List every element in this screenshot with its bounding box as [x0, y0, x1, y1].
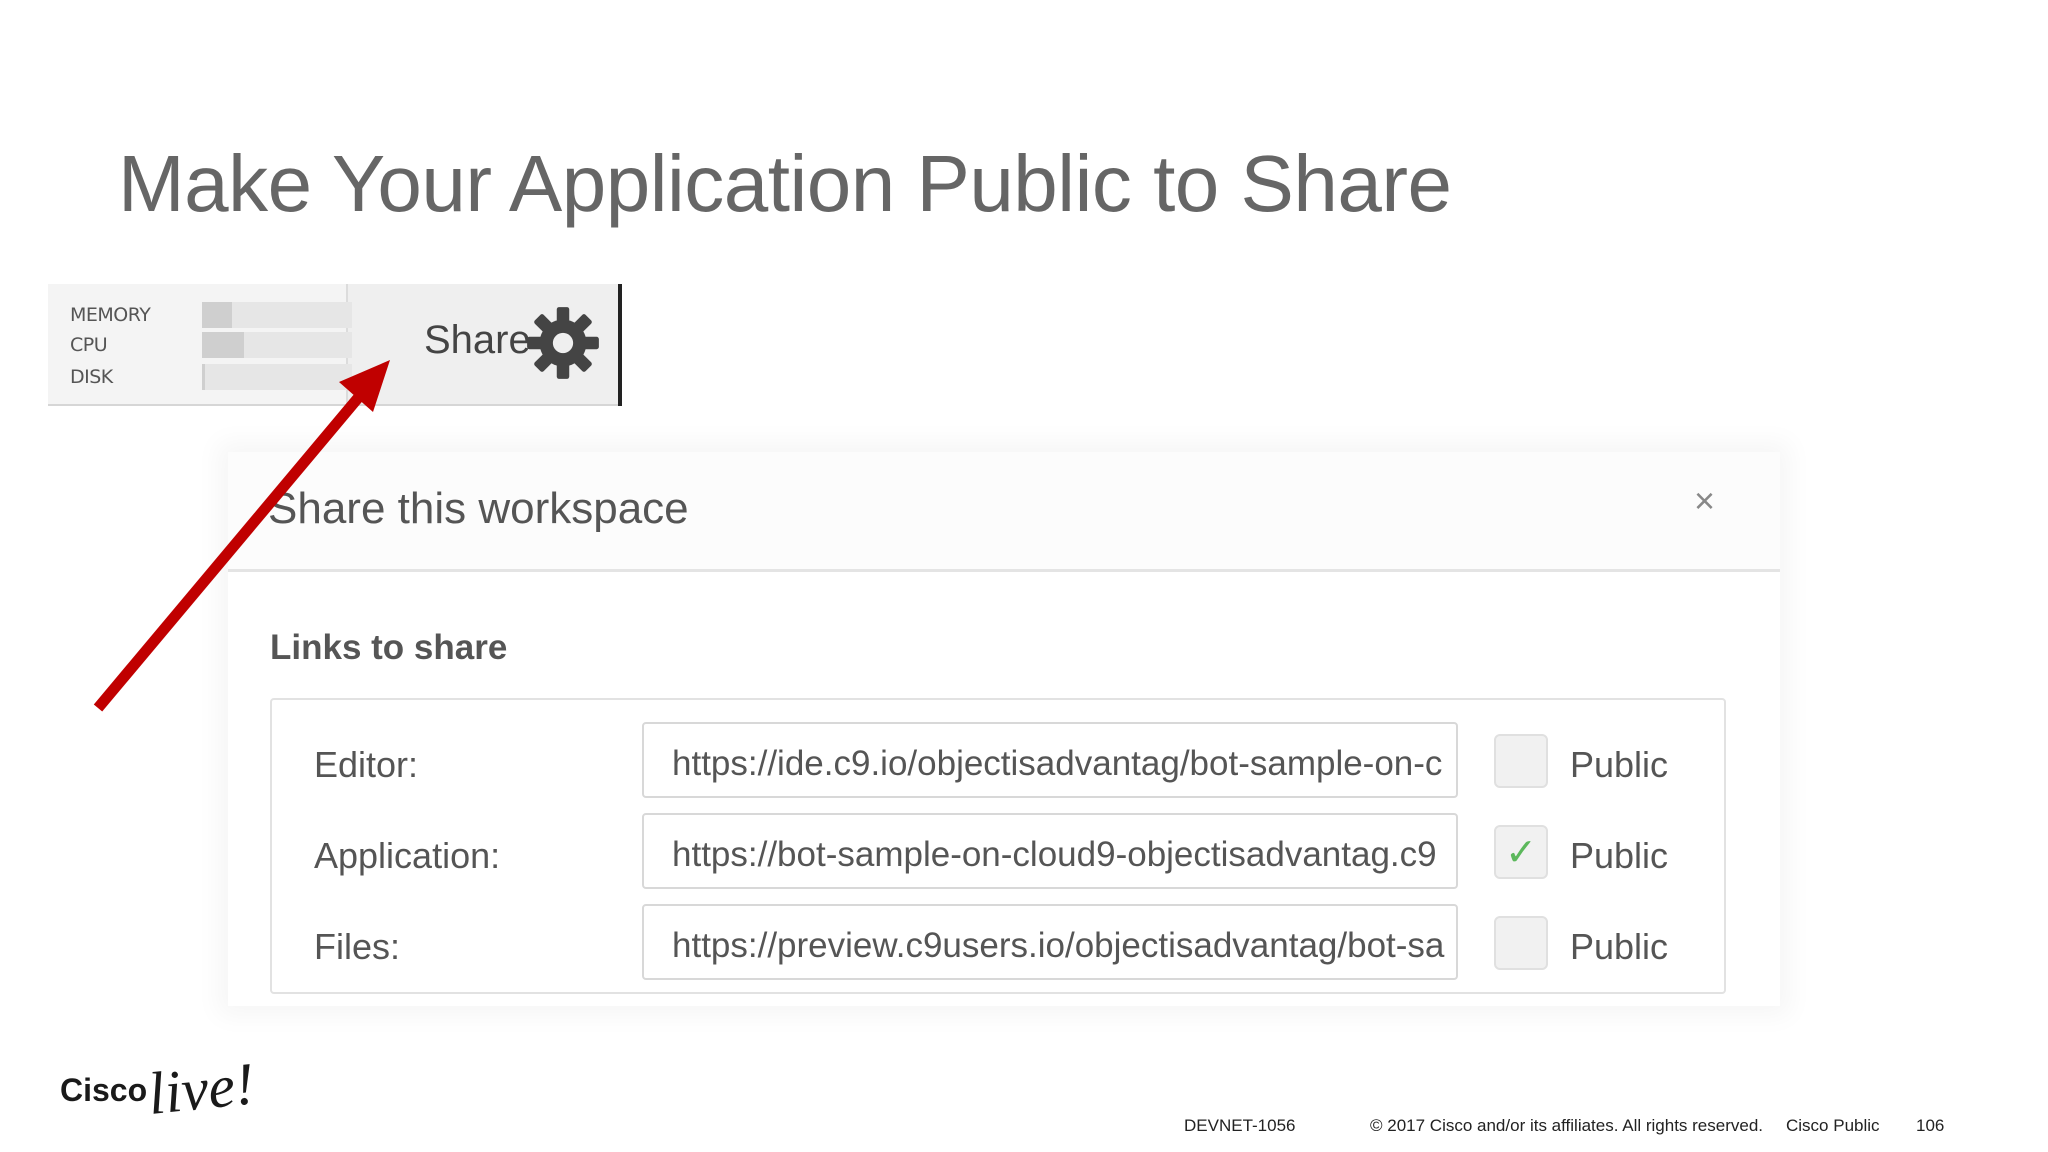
- toolbar-divider: [618, 284, 622, 406]
- editor-label: Editor:: [314, 744, 419, 785]
- link-row-files: Files: https://preview.c9users.io/object…: [272, 904, 1728, 984]
- copyright-text: © 2017 Cisco and/or its affiliates. All …: [1370, 1116, 1764, 1135]
- disk-bar: [202, 364, 352, 390]
- disk-bar-fill: [202, 364, 205, 390]
- gear-icon[interactable]: [524, 304, 602, 382]
- close-icon[interactable]: ×: [1694, 480, 1715, 522]
- page-number: 106: [1916, 1116, 1945, 1135]
- live-logo: live!: [144, 1050, 258, 1128]
- links-table: Editor: https://ide.c9.io/objectisadvant…: [270, 698, 1726, 994]
- files-url-field[interactable]: https://preview.c9users.io/objectisadvan…: [642, 904, 1458, 980]
- dialog-header: Share this workspace ×: [228, 452, 1780, 572]
- application-public-checkbox[interactable]: ✓: [1494, 825, 1548, 879]
- memory-stat: MEMORY: [70, 302, 352, 330]
- disk-label: DISK: [70, 366, 113, 388]
- files-label: Files:: [314, 926, 401, 967]
- editor-public-checkbox[interactable]: [1494, 734, 1548, 788]
- share-button[interactable]: Share: [424, 318, 531, 363]
- resource-stats: MEMORY CPU DISK: [48, 284, 352, 404]
- files-public-checkbox[interactable]: [1494, 916, 1548, 970]
- slide-title: Make Your Application Public to Share: [118, 139, 1452, 228]
- cpu-bar: [202, 332, 352, 358]
- editor-url-field[interactable]: https://ide.c9.io/objectisadvantag/bot-s…: [642, 722, 1458, 798]
- disk-stat: DISK: [70, 364, 352, 392]
- files-public-label: Public: [1570, 926, 1669, 967]
- links-section-label: Links to share: [270, 628, 508, 667]
- memory-bar-fill: [202, 302, 232, 328]
- memory-bar: [202, 302, 352, 328]
- editor-public-label: Public: [1570, 744, 1669, 785]
- application-url-field[interactable]: https://bot-sample-on-cloud9-objectisadv…: [642, 813, 1458, 889]
- cisco-logo: Cisco: [60, 1072, 148, 1108]
- cpu-stat: CPU: [70, 332, 352, 360]
- application-public-label: Public: [1570, 835, 1669, 876]
- link-row-application: Application: https://bot-sample-on-cloud…: [272, 813, 1728, 893]
- cpu-label: CPU: [70, 334, 108, 356]
- link-row-editor: Editor: https://ide.c9.io/objectisadvant…: [272, 722, 1728, 802]
- dialog-title: Share this workspace: [268, 484, 689, 533]
- memory-label: MEMORY: [70, 304, 151, 326]
- application-label: Application:: [314, 835, 501, 876]
- session-id: DEVNET-1056: [1184, 1116, 1296, 1135]
- share-dialog: Share this workspace × Links to share Ed…: [228, 452, 1780, 1006]
- classification-text: Cisco Public: [1786, 1116, 1880, 1135]
- cpu-bar-fill: [202, 332, 244, 358]
